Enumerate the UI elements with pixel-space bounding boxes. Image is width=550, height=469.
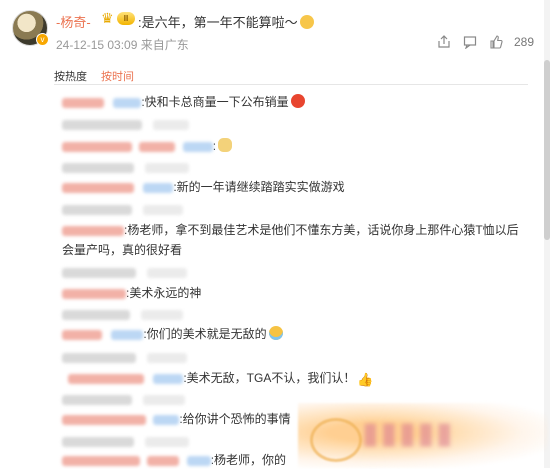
reply-item: :快和卡总商量一下公布销量 xyxy=(62,93,305,111)
dog-emoji xyxy=(218,138,233,152)
reply-text: :你们的美术就是无敌的 xyxy=(143,327,267,341)
cry-emoji xyxy=(268,326,283,340)
tab-sort-time[interactable]: 按时间 xyxy=(101,68,134,84)
sort-tabs: 按热度 按时间 xyxy=(54,68,134,84)
blurred-meta xyxy=(62,394,132,405)
verified-badge: v xyxy=(36,33,49,46)
reply-text: :给你讲个恐怖的事情 xyxy=(179,412,291,426)
watermark-text: ▮▮▮▮▮ xyxy=(362,417,455,450)
reply-item: : xyxy=(62,137,233,155)
thumbs-up-emoji: 👍 xyxy=(357,372,374,387)
blurred-username[interactable] xyxy=(147,455,180,466)
like-icon[interactable] xyxy=(488,34,504,50)
reply-item: :新的一年请继续踏踏实实做游戏 xyxy=(62,178,345,196)
reply-item: :美术永远的神 xyxy=(62,284,201,302)
reply-meta xyxy=(62,305,184,323)
blurred-username[interactable] xyxy=(62,414,146,425)
blurred-badge xyxy=(186,455,211,466)
tab-sort-hot[interactable]: 按热度 xyxy=(54,68,87,84)
blurred-username[interactable] xyxy=(62,141,132,152)
reply-text: :美术永远的神 xyxy=(126,286,202,300)
blurred-username[interactable] xyxy=(62,329,102,340)
blurred-meta xyxy=(145,162,190,173)
angry-emoji xyxy=(290,94,305,108)
reply-text: :杨老师，你的 xyxy=(210,453,287,467)
blurred-username[interactable] xyxy=(62,225,124,236)
scrollbar[interactable] xyxy=(544,0,550,468)
blurred-meta xyxy=(62,309,130,320)
reply-text: :美术无敌，TGA不认，我们认！ xyxy=(183,371,356,385)
blurred-username[interactable] xyxy=(62,288,126,299)
reply-item: :给你讲个恐怖的事情 xyxy=(62,410,291,428)
comment-actions: 289 xyxy=(436,34,534,50)
reply-meta xyxy=(62,158,190,176)
reply-item: :美术无敌，TGA不认，我们认！ 👍 xyxy=(62,369,374,387)
reply-meta xyxy=(62,200,184,218)
reply-meta xyxy=(62,390,186,408)
reply-meta xyxy=(62,115,190,133)
reply-meta xyxy=(62,263,188,281)
blurred-username[interactable] xyxy=(62,97,104,108)
parent-comment: v -杨奇- ♛ II :是六年，第一年不能算啦～ 24-12-15 03:09… xyxy=(0,0,550,58)
blurred-meta xyxy=(62,436,134,447)
reply-item: :杨老师，你的 xyxy=(62,451,286,469)
blurred-meta xyxy=(62,162,134,173)
blurred-badge xyxy=(113,97,142,108)
comment-icon[interactable] xyxy=(462,34,478,50)
blurred-meta xyxy=(153,119,190,130)
comment-meta: 24-12-15 03:09 来自广东 xyxy=(56,38,189,52)
blurred-badge xyxy=(111,329,144,340)
reply-meta xyxy=(62,432,190,450)
blurred-meta xyxy=(145,436,190,447)
blurred-meta xyxy=(147,267,188,278)
scrollbar-thumb[interactable] xyxy=(544,60,550,240)
reply-text: :快和卡总商量一下公布销量 xyxy=(141,95,289,109)
blurred-meta xyxy=(62,267,136,278)
reply-text: : xyxy=(212,139,217,153)
blurred-username[interactable] xyxy=(62,455,140,466)
like-count: 289 xyxy=(513,35,534,49)
blurred-badge xyxy=(143,182,174,193)
crown-icon: ♛ xyxy=(101,10,114,26)
author-name[interactable]: -杨奇- xyxy=(56,12,91,31)
comment-text: :是六年，第一年不能算啦～ xyxy=(138,12,314,31)
divider xyxy=(54,84,528,85)
reply-text: :新的一年请继续踏踏实实做游戏 xyxy=(173,180,345,194)
blurred-username[interactable] xyxy=(68,373,144,384)
reply-text: :杨老师，拿不到最佳艺术是他们不懂东方美，话说你身上那件心猿T恤以后会量产吗，真… xyxy=(62,223,519,257)
blurred-meta xyxy=(62,352,136,363)
reply-item: :你们的美术就是无敌的 xyxy=(62,325,283,343)
laugh-emoji xyxy=(299,15,314,29)
watermark-logo xyxy=(310,418,362,462)
level-badge: II xyxy=(117,12,135,25)
blurred-username[interactable] xyxy=(62,182,134,193)
blurred-username[interactable] xyxy=(139,141,176,152)
blurred-meta xyxy=(141,309,184,320)
share-icon[interactable] xyxy=(436,34,452,50)
blurred-meta xyxy=(143,204,184,215)
blurred-meta xyxy=(143,394,186,405)
blurred-badge xyxy=(153,414,180,425)
blurred-meta xyxy=(62,119,142,130)
blurred-badge xyxy=(153,373,184,384)
blurred-meta xyxy=(147,352,188,363)
blurred-meta xyxy=(62,204,132,215)
reply-item: :杨老师，拿不到最佳艺术是他们不懂东方美，话说你身上那件心猿T恤以后会量产吗，真… xyxy=(62,220,522,260)
reply-meta xyxy=(62,348,188,366)
blurred-badge xyxy=(182,141,213,152)
